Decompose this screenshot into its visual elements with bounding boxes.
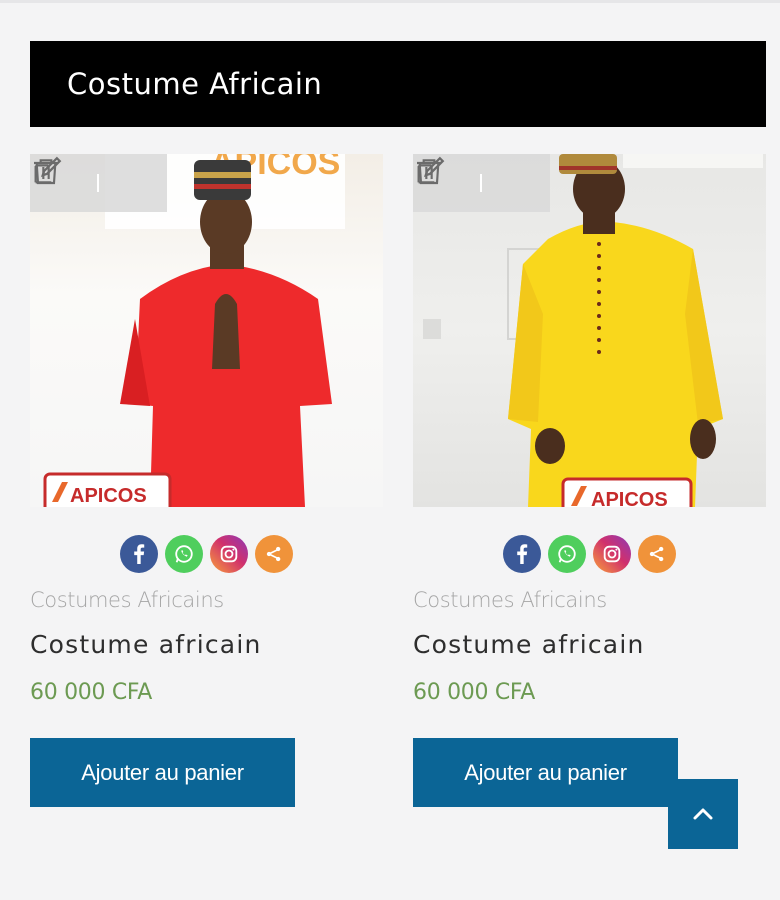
svg-text:APICOS: APICOS bbox=[70, 485, 147, 507]
product-title[interactable]: Costume africain bbox=[413, 630, 766, 659]
toolbar-divider bbox=[97, 174, 99, 192]
facebook-icon[interactable] bbox=[503, 535, 541, 573]
product-image[interactable]: APICOS bbox=[413, 154, 766, 507]
scroll-to-top-button[interactable] bbox=[668, 779, 738, 849]
share-icon[interactable] bbox=[638, 535, 676, 573]
toolbar-divider bbox=[480, 174, 482, 192]
product-title[interactable]: Costume africain bbox=[30, 630, 383, 659]
product-card: APICOS Costumes Africains Costume africa… bbox=[413, 154, 766, 807]
product-price: 60 000 CFA bbox=[30, 680, 153, 705]
section-title: Costume Africain bbox=[67, 67, 323, 101]
product-category[interactable]: Costumes Africains bbox=[413, 588, 766, 612]
product-category[interactable]: Costumes Africains bbox=[30, 588, 383, 612]
trash-icon[interactable] bbox=[417, 159, 533, 202]
share-icon[interactable] bbox=[255, 535, 293, 573]
share-row bbox=[30, 535, 383, 573]
whatsapp-icon[interactable] bbox=[165, 535, 203, 573]
product-card: APICOS APICOS Costumes Africains Costume… bbox=[30, 154, 383, 807]
instagram-icon[interactable] bbox=[210, 535, 248, 573]
product-image[interactable]: APICOS APICOS bbox=[30, 154, 383, 507]
product-price: 60 000 CFA bbox=[413, 680, 536, 705]
chevron-up-icon bbox=[693, 808, 713, 820]
section-header: Costume Africain bbox=[30, 41, 766, 127]
facebook-icon[interactable] bbox=[120, 535, 158, 573]
whatsapp-icon[interactable] bbox=[548, 535, 586, 573]
share-row bbox=[413, 535, 766, 573]
admin-tools bbox=[413, 154, 550, 212]
add-to-cart-button[interactable]: Ajouter au panier bbox=[413, 738, 678, 807]
admin-tools bbox=[30, 154, 167, 212]
instagram-icon[interactable] bbox=[593, 535, 631, 573]
trash-icon[interactable] bbox=[34, 159, 150, 202]
add-to-cart-button[interactable]: Ajouter au panier bbox=[30, 738, 295, 807]
svg-text:APICOS: APICOS bbox=[591, 489, 668, 507]
